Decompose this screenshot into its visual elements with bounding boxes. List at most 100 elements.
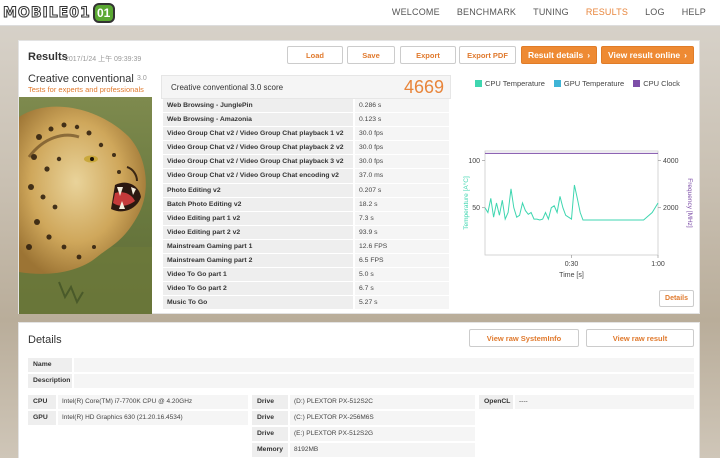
subtest-row: Video Editing part 2 v2 93.9 s (163, 225, 449, 240)
subtest-row: Web Browsing - JunglePin 0.286 s (163, 99, 449, 114)
opencl-row: OpenCL ---- (479, 395, 694, 409)
chart-legend: CPU Temperature GPU Temperature CPU Cloc… (475, 79, 689, 88)
test-name: Creative conventional (28, 73, 134, 85)
results-title: Results (28, 51, 68, 63)
results-date: 2017/1/24 上午 09:39:39 (65, 56, 142, 63)
drive-label: Drive (252, 411, 288, 425)
legend-label: GPU Temperature (563, 79, 625, 88)
legend-gpu-temperature[interactable]: GPU Temperature (553, 79, 625, 88)
cpu-row: CPU Intel(R) Core(TM) i7-7700K CPU @ 4.2… (28, 395, 248, 409)
memory-row: Memory 8192MB (252, 443, 475, 457)
nav-log[interactable]: LOG (645, 7, 665, 17)
monitoring-chart: CPU Temperature GPU Temperature CPU Cloc… (453, 73, 698, 313)
legend-swatch (553, 80, 561, 87)
subtest-name: Video Group Chat v2 / Video Group Chat p… (163, 155, 353, 169)
subtest-row: Video To Go part 2 6.7 s (163, 282, 449, 297)
subtest-value: 0.207 s (355, 183, 449, 197)
subtest-name: Mainstream Gaming part 1 (163, 239, 353, 254)
save-button[interactable]: Save (347, 46, 395, 64)
subtest-name: Video Group Chat v2 / Video Group Chat e… (163, 169, 353, 183)
y-tick-label-left: 100 (468, 158, 480, 165)
view-raw-systeminfo-button[interactable]: View raw SystemInfo (469, 329, 579, 347)
gpu-value: Intel(R) HD Graphics 630 (21.20.16.4534) (58, 411, 248, 425)
drive-row: Drive (E:) PLEXTOR PX-512S2G (252, 427, 475, 441)
plot-frame (484, 150, 659, 256)
legend-cpu-temperature[interactable]: CPU Temperature (475, 79, 545, 88)
leopard-image (19, 97, 152, 314)
y-axis-label-right: Frequency [MHz] (686, 178, 693, 228)
x-tick-label: 1:00 (651, 261, 665, 268)
subtest-name: Mainstream Gaming part 2 (163, 254, 353, 268)
subtest-value: 0.286 s (355, 99, 449, 113)
nav-results[interactable]: RESULTS (586, 7, 628, 17)
legend-cpu-clock[interactable]: CPU Clock (633, 79, 680, 88)
name-value (74, 358, 694, 372)
legend-label: CPU Temperature (485, 79, 545, 88)
chart-svg: 50 100 2000 4000 0:30 1:00 Time [s] Temperature… (462, 150, 693, 279)
x-axis-label: Time [s] (559, 272, 584, 279)
subtest-row: Mainstream Gaming part 1 12.6 FPS (163, 239, 449, 255)
details-button[interactable]: Details (659, 290, 694, 307)
view-online-label: View result online (608, 50, 681, 60)
subtest-name: Web Browsing - JunglePin (163, 99, 353, 113)
details-panel: Details View raw SystemInfo View raw res… (18, 322, 700, 458)
y-tick-label-right: 2000 (663, 205, 679, 212)
subtest-row: Video Group Chat v2 / Video Group Chat p… (163, 127, 449, 142)
description-value (74, 374, 694, 388)
score-label: Creative conventional 3.0 score (171, 83, 284, 92)
drive-row: Drive (C:) PLEXTOR PX-256M6S (252, 411, 475, 425)
subtest-table: Web Browsing - JunglePin 0.286 s Web Brows… (163, 99, 449, 311)
y-tick-label-left: 50 (472, 205, 480, 212)
score-box: Creative conventional 3.0 score 4669 (161, 75, 451, 99)
name-row: Name (28, 358, 694, 372)
score-value: 4669 (403, 77, 444, 97)
export-pdf-button[interactable]: Export PDF (459, 46, 516, 64)
subtest-name: Batch Photo Editing v2 (163, 197, 353, 211)
subtest-value: 12.6 FPS (355, 239, 449, 254)
subtest-row: Video Editing part 1 v2 7.3 s (163, 211, 449, 226)
memory-label: Memory (252, 443, 288, 457)
drive-value: (E:) PLEXTOR PX-512S2G (290, 427, 475, 441)
nav-help[interactable]: HELP (682, 7, 706, 17)
subtest-name: Music To Go (163, 296, 353, 310)
view-result-online-button[interactable]: View result online › (601, 46, 694, 64)
memory-value: 8192MB (290, 443, 475, 457)
subtest-name: Video To Go part 1 (163, 268, 353, 282)
top-navigation-bar: MOBILE01 01 WELCOME BENCHMARK TUNING RES… (0, 0, 720, 26)
main-nav: WELCOME BENCHMARK TUNING RESULTS LOG HEL… (375, 7, 706, 17)
opencl-label: OpenCL (479, 395, 513, 409)
export-button[interactable]: Export (400, 46, 456, 64)
logo-badge: 01 (92, 3, 115, 23)
y-axis-label-left: Temperature [A°C] (462, 176, 470, 230)
drive-label: Drive (252, 427, 288, 441)
subtest-value: 6.5 FPS (355, 254, 449, 268)
cpu-label: CPU (28, 395, 56, 409)
subtest-value: 5.0 s (355, 268, 449, 282)
x-tick-label: 0:30 (565, 261, 579, 268)
subtest-value: 37.0 ms (355, 169, 449, 183)
nav-benchmark[interactable]: BENCHMARK (457, 7, 516, 17)
subtest-row: Video Group Chat v2 / Video Group Chat e… (163, 169, 449, 184)
mobile01-logo: MOBILE01 01 (3, 3, 135, 23)
chevron-right-icon: › (587, 50, 591, 60)
subtest-row: Video Group Chat v2 / Video Group Chat p… (163, 141, 449, 156)
subtest-row: Web Browsing - Amazonia 0.123 s (163, 113, 449, 128)
subtest-name: Web Browsing - Amazonia (163, 113, 353, 127)
name-label: Name (28, 358, 72, 372)
subtest-name: Video To Go part 2 (163, 282, 353, 296)
subtest-row: Video To Go part 1 5.0 s (163, 268, 449, 283)
opencl-value: ---- (515, 395, 694, 409)
load-button[interactable]: Load (287, 46, 343, 64)
results-panel: Results 2017/1/24 上午 09:39:39 Load Save … (18, 40, 700, 314)
gpu-row: GPU Intel(R) HD Graphics 630 (21.20.16.4… (28, 411, 248, 425)
subtest-name: Photo Editing v2 (163, 183, 353, 197)
drive-label: Drive (252, 395, 288, 409)
subtest-name: Video Editing part 2 v2 (163, 225, 353, 239)
subtest-value: 0.123 s (355, 113, 449, 127)
nav-tuning[interactable]: TUNING (533, 7, 569, 17)
subtest-name: Video Editing part 1 v2 (163, 211, 353, 225)
nav-welcome[interactable]: WELCOME (392, 7, 440, 17)
subtest-value: 6.7 s (355, 282, 449, 296)
result-details-button[interactable]: Result details › (521, 46, 597, 64)
view-raw-result-button[interactable]: View raw result (586, 329, 694, 347)
